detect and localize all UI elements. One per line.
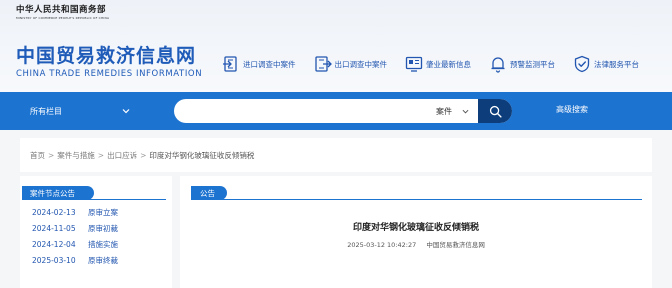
breadcrumb-current: 印度对华钢化玻璃征收反倾销税: [149, 150, 255, 160]
chevron-down-icon: [462, 109, 469, 113]
node-type: 措施实施: [88, 239, 118, 249]
import-case-icon: [223, 56, 237, 72]
ministry-name-cn: 中华人民共和国商务部: [16, 5, 107, 15]
nav-latest-info[interactable]: 肇业最新信息: [405, 55, 471, 73]
node-type: 原审终裁: [88, 255, 118, 265]
shield-check-icon: [574, 55, 590, 73]
breadcrumb-separator: >: [97, 150, 105, 160]
nav-early-warning-label: 预警监测平台: [510, 59, 555, 69]
node-type: 原审立案: [88, 207, 118, 217]
breadcrumb-export[interactable]: 出口应诉: [107, 150, 137, 161]
nav-early-warning[interactable]: 预警监测平台: [489, 55, 555, 73]
notice-tab[interactable]: 公告: [191, 186, 227, 200]
breadcrumb-home[interactable]: 首页: [30, 150, 45, 161]
breadcrumb-separator: >: [48, 150, 55, 160]
nav-legal-services-label: 法律服务平台: [594, 59, 639, 69]
node-type: 原审初裁: [88, 223, 118, 233]
breadcrumb: 首页 > 案件与措施 > 出口应诉 > 印度对华钢化玻璃征收反倾销税: [20, 138, 652, 172]
case-node-list: 2024-02-13 原审立案 2024-11-05 原审初裁 2024-12-…: [32, 204, 152, 268]
node-date: 2024-11-05: [32, 223, 76, 233]
search-button[interactable]: [478, 99, 512, 123]
nav-import-cases[interactable]: 进口调查中案件: [222, 55, 296, 73]
search-icon: [489, 105, 502, 118]
export-case-icon: [314, 56, 332, 72]
notice-divider: [191, 199, 642, 200]
ministry-logo[interactable]: 中华人民共和国商务部 MINISTRY OF COMMERCE PEOPLE'S…: [16, 6, 109, 20]
list-item[interactable]: 2024-12-04 措施实施: [32, 236, 152, 252]
nav-export-cases[interactable]: 出口调查中案件: [314, 55, 388, 73]
search-type-select[interactable]: 案件: [436, 103, 469, 119]
node-date: 2024-02-13: [32, 207, 76, 217]
site-subtitle: CHINA TRADE REMEDIES INFORMATION: [16, 69, 203, 79]
news-monitor-icon: [405, 56, 423, 72]
nav-export-cases-label: 出口调查中案件: [334, 59, 388, 69]
search-type-label: 案件: [436, 106, 452, 116]
article-meta: 2025-03-12 10:42:27 中国贸易救济信息网: [180, 242, 652, 249]
nav-latest-info-label: 肇业最新信息: [426, 59, 471, 69]
article-datetime: 2025-03-12 10:42:27: [347, 241, 417, 249]
article-title: 印度对华钢化玻璃征收反倾销税: [352, 223, 479, 233]
chevron-down-icon: [122, 109, 130, 114]
node-date: 2024-12-04: [32, 239, 76, 249]
breadcrumb-cases[interactable]: 案件与措施: [57, 150, 95, 161]
node-date: 2025-03-10: [32, 255, 76, 265]
ministry-name-en: MINISTRY OF COMMERCE PEOPLE'S REPUBLIC O…: [16, 15, 110, 20]
list-item[interactable]: 2024-02-13 原审立案: [32, 204, 152, 220]
bell-icon: [491, 57, 505, 73]
case-node-divider: [22, 199, 166, 200]
case-node-tab[interactable]: 案件节点公告: [22, 186, 94, 200]
site-header: 中华人民共和国商务部 MINISTRY OF COMMERCE PEOPLE'S…: [0, 0, 672, 92]
nav-import-cases-label: 进口调查中案件: [243, 59, 296, 69]
search-input[interactable]: [190, 102, 410, 120]
advanced-search-link[interactable]: 高级搜索: [556, 106, 588, 114]
article-source: 中国贸易救济信息网: [426, 241, 485, 249]
list-item[interactable]: 2025-03-10 原审终裁: [32, 252, 152, 268]
category-select[interactable]: 所有栏目: [30, 104, 130, 118]
category-select-label: 所有栏目: [30, 106, 62, 116]
site-title[interactable]: 中国贸易救济信息网: [16, 47, 196, 66]
breadcrumb-separator: >: [140, 150, 147, 160]
top-nav: 进口调查中案件 出口调查中案件 肇业最新信息 预警监测平台 法律服务平台: [222, 54, 639, 74]
nav-legal-services[interactable]: 法律服务平台: [573, 55, 639, 73]
list-item[interactable]: 2024-11-05 原审初裁: [32, 220, 152, 236]
